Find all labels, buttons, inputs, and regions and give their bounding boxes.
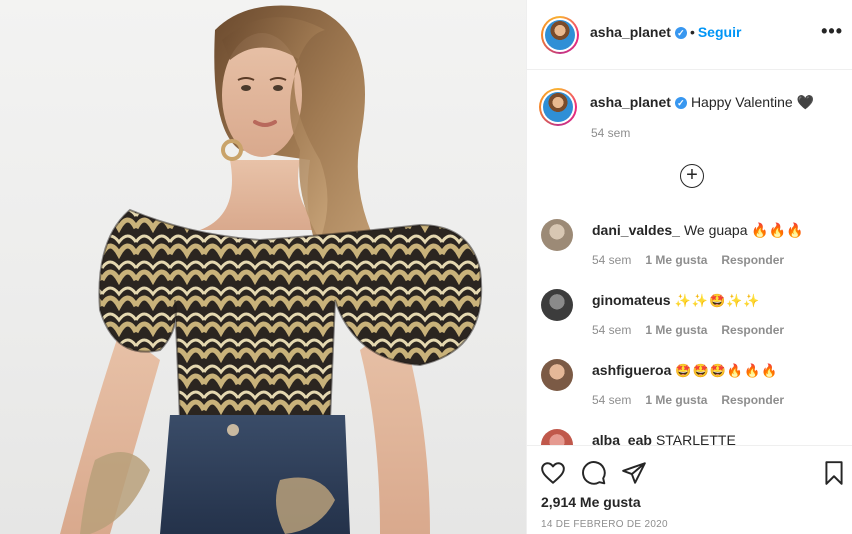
comment-body: STARLETTE [655, 432, 736, 445]
comment-avatar[interactable] [541, 219, 573, 251]
comment-body: 🤩🤩🤩🔥🔥🔥 [675, 363, 779, 378]
comment-item: ginomateus ✨✨🤩✨✨ 54 sem 1 Me gusta Responde… [541, 275, 841, 345]
comments-list: dani_valdes_ We guapa 🔥🔥🔥 54 sem 1 Me gust… [527, 205, 852, 445]
comment-item: ashfigueroa 🤩🤩🤩🔥🔥🔥 54 sem 1 Me gusta Respon… [541, 345, 841, 415]
comment-time[interactable]: 54 sem [592, 253, 631, 267]
comment-body: We guapa 🔥🔥🔥 [683, 222, 804, 238]
caption-username[interactable]: asha_planet [590, 94, 671, 110]
comment-username[interactable]: ashfigueroa [592, 362, 671, 378]
post-side-panel: asha_planet ✓ • Seguir ••• asha_planet ✓ Happ… [526, 0, 852, 534]
comment-avatar[interactable] [541, 359, 573, 391]
comment-time[interactable]: 54 sem [592, 393, 631, 407]
author-username[interactable]: asha_planet [590, 24, 671, 40]
heart-icon[interactable] [540, 460, 566, 486]
comment-username[interactable]: ginomateus [592, 292, 671, 308]
verified-badge-icon: ✓ [674, 97, 687, 109]
comment-username[interactable]: dani_valdes_ [592, 222, 680, 238]
caption-text: asha_planet ✓ Happy Valentine 🖤 [590, 94, 814, 111]
post-date[interactable]: 14 DE FEBRERO DE 2020 [541, 519, 668, 530]
author-avatar[interactable] [541, 16, 579, 54]
verified-badge-icon: ✓ [674, 27, 687, 39]
caption-body: Happy Valentine 🖤 [690, 94, 814, 110]
comment-item: dani_valdes_ We guapa 🔥🔥🔥 54 sem 1 Me gust… [541, 205, 841, 275]
reply-button[interactable]: Responder [721, 393, 784, 407]
reply-button[interactable]: Responder [721, 323, 784, 337]
load-more-comments-icon[interactable]: + [680, 164, 704, 188]
likes-count[interactable]: 2,914 Me gusta [541, 494, 641, 510]
reply-button[interactable]: Responder [721, 253, 784, 267]
caption-time[interactable]: 54 sem [591, 126, 630, 140]
comment-likes[interactable]: 1 Me gusta [645, 323, 707, 337]
follow-button[interactable]: Seguir [698, 24, 742, 40]
post-photo[interactable] [0, 0, 526, 534]
comment-likes[interactable]: 1 Me gusta [645, 393, 707, 407]
comment-time[interactable]: 54 sem [592, 323, 631, 337]
comment-username[interactable]: alba_eab [592, 432, 652, 445]
comment-item: alba_eab STARLETTE [541, 415, 841, 445]
comment-avatar[interactable] [541, 429, 573, 445]
more-options-icon[interactable]: ••• [821, 22, 843, 40]
bookmark-icon[interactable] [821, 460, 847, 486]
separator-dot: • [689, 24, 695, 40]
paper-plane-icon[interactable] [621, 460, 647, 486]
post-actions: 2,914 Me gusta 14 DE FEBRERO DE 2020 [527, 445, 852, 534]
comment-icon[interactable] [581, 460, 607, 486]
comment-avatar[interactable] [541, 289, 573, 321]
post-header: asha_planet ✓ • Seguir ••• [527, 0, 852, 70]
comment-likes[interactable]: 1 Me gusta [645, 253, 707, 267]
post-image-illustration [60, 5, 483, 534]
caption-avatar[interactable] [539, 88, 577, 126]
author-line: asha_planet ✓ • Seguir [590, 24, 741, 42]
comment-body: ✨✨🤩✨✨ [674, 293, 761, 308]
